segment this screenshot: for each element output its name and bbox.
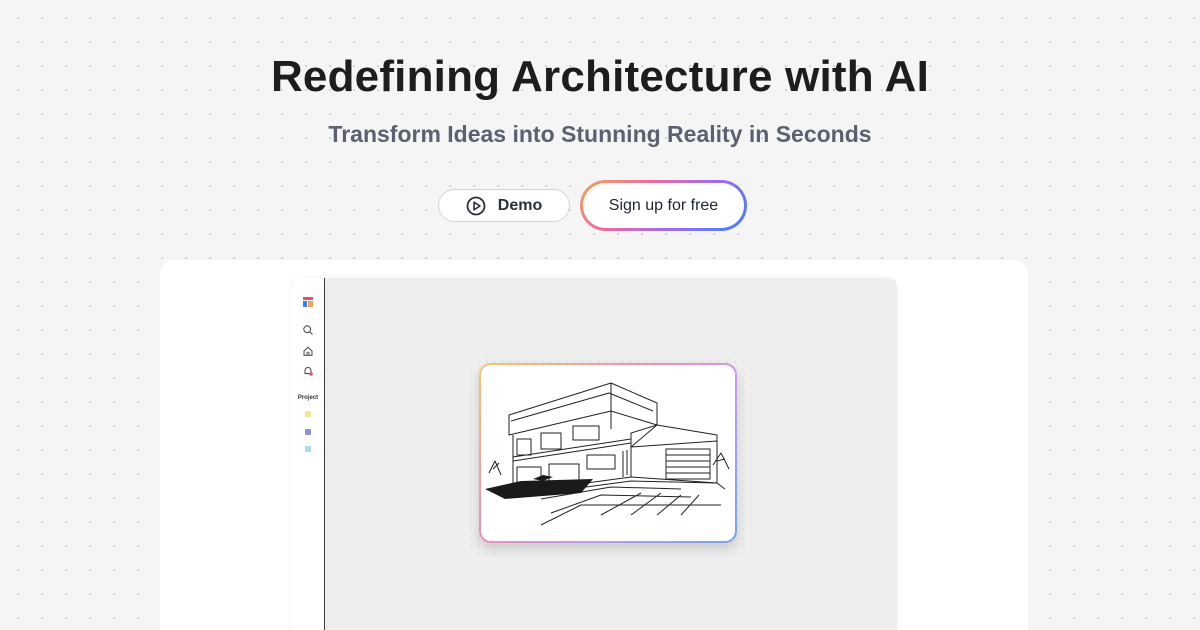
home-icon[interactable]	[302, 345, 314, 357]
search-icon[interactable]	[302, 324, 314, 336]
notification-icon[interactable]	[302, 365, 314, 377]
hero-subtitle: Transform Ideas into Stunning Reality in…	[328, 121, 872, 147]
demo-label: Demo	[497, 196, 543, 214]
project-item[interactable]	[305, 446, 311, 452]
app-sidebar: Project	[291, 278, 325, 630]
hero-title: Redefining Architecture with AI	[270, 52, 930, 101]
project-item[interactable]	[305, 429, 311, 435]
signup-button[interactable]: Sign up for free	[580, 180, 747, 231]
app-logo-icon[interactable]	[302, 296, 314, 308]
signup-label: Sign up for free	[608, 196, 719, 214]
render-preview-card[interactable]	[479, 363, 737, 543]
demo-button[interactable]: Demo	[438, 189, 570, 222]
project-section-label: Project	[297, 395, 319, 401]
project-item[interactable]	[305, 411, 311, 417]
play-circle-icon	[466, 196, 486, 215]
app-preview-window: Project	[291, 278, 897, 630]
architecture-sketch-image	[485, 382, 730, 526]
